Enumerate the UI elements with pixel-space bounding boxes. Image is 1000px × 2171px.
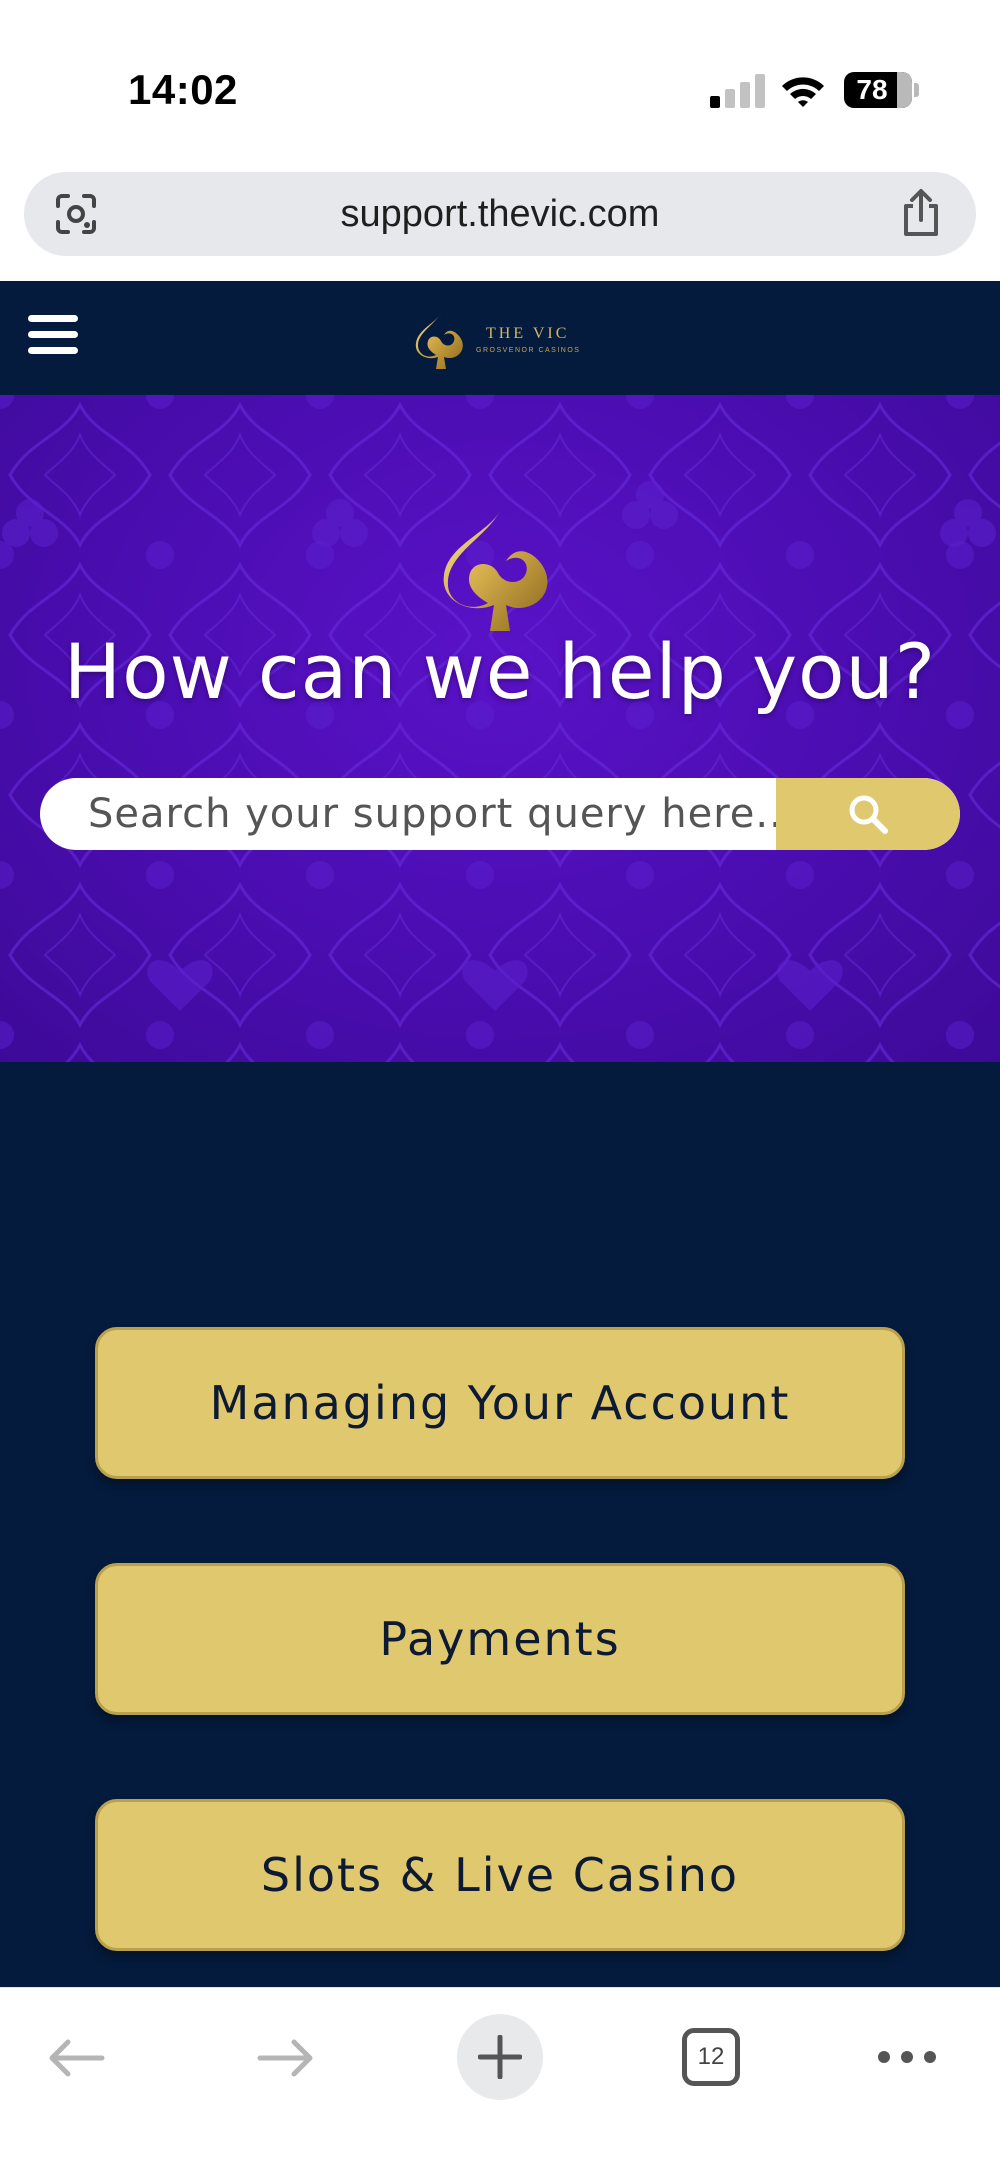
url-text: support.thevic.com: [340, 193, 660, 235]
search-icon: [849, 795, 888, 834]
search-input[interactable]: [40, 778, 776, 850]
main-content: Managing Your Account Payments Slots & L…: [0, 1062, 1000, 1987]
share-icon[interactable]: [898, 188, 944, 238]
new-tab-button[interactable]: [457, 2014, 543, 2100]
more-icon[interactable]: [876, 2044, 938, 2070]
damask-pattern-background: [0, 395, 1000, 1062]
hamburger-menu-icon[interactable]: [28, 315, 78, 359]
category-managing-account-button[interactable]: Managing Your Account: [95, 1327, 905, 1479]
logo-name: THE VIC: [486, 325, 570, 342]
forward-arrow-icon[interactable]: [254, 2036, 318, 2080]
logo-subtitle: GROSVENOR CASINOS: [476, 347, 581, 354]
site-header: THE VIC GROSVENOR CASINOS: [0, 281, 1000, 395]
search-button[interactable]: [776, 778, 960, 850]
wifi-icon: [782, 77, 824, 107]
search-bar: [40, 778, 960, 850]
back-arrow-icon[interactable]: [44, 2036, 108, 2080]
new-tab-plus-icon: [478, 2035, 522, 2079]
tabs-icon[interactable]: 12: [682, 2028, 740, 2086]
address-bar[interactable]: support.thevic.com: [24, 172, 976, 256]
hero-title: How can we help you?: [63, 627, 937, 716]
category-slots-live-casino-button[interactable]: Slots & Live Casino: [95, 1799, 905, 1951]
status-time: 14:02: [128, 66, 238, 113]
spade-logo-icon: [415, 313, 463, 369]
category-payments-button[interactable]: Payments: [95, 1563, 905, 1715]
cellular-signal-icon: [710, 74, 765, 108]
hero-banner: How can we help you?: [0, 395, 1000, 1062]
status-bar: 14:02 78: [0, 0, 1000, 160]
battery-level: 78: [856, 74, 888, 105]
battery-icon: 78: [844, 72, 919, 108]
spade-emblem-icon: [443, 511, 548, 631]
browser-toolbar: 12: [0, 1987, 1000, 2171]
site-logo[interactable]: THE VIC GROSVENOR CASINOS: [414, 311, 594, 371]
